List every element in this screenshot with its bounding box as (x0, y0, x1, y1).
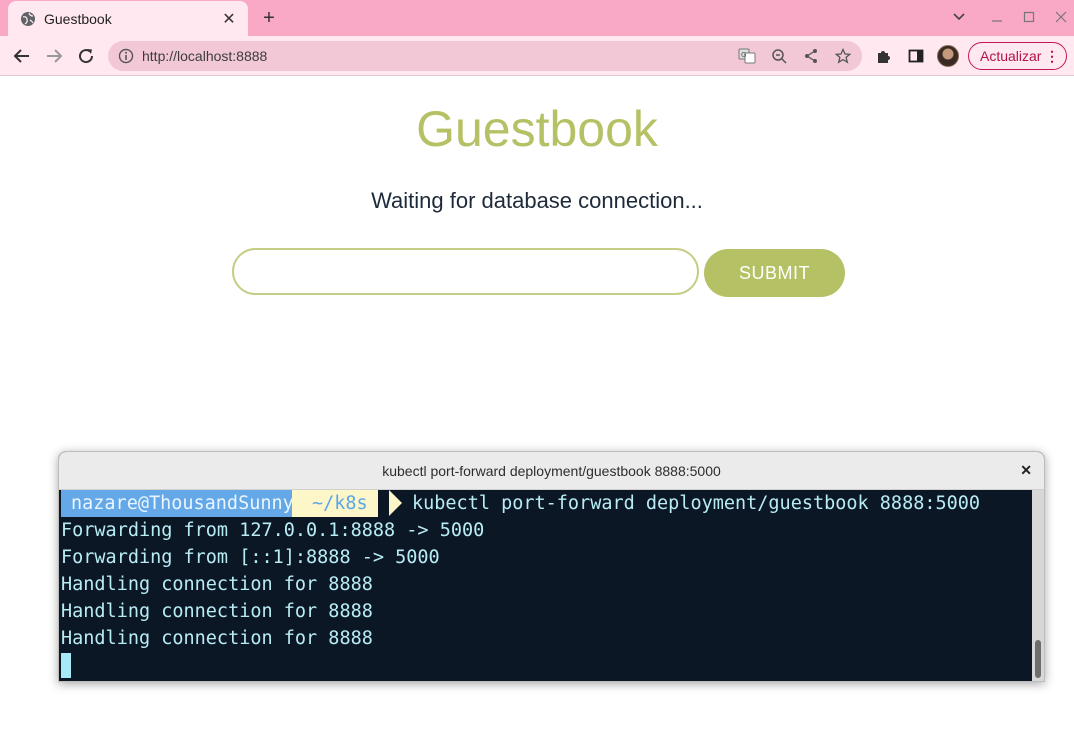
scrollbar-thumb[interactable] (1035, 640, 1041, 678)
url-text: http://localhost:8888 (142, 48, 268, 64)
output-line: Handling connection for 8888 (61, 574, 373, 595)
tab-close-icon[interactable]: ✕ (220, 10, 238, 28)
profile-avatar[interactable] (937, 45, 959, 67)
terminal-titlebar[interactable]: kubectl port-forward deployment/guestboo… (59, 452, 1044, 490)
output-line: Handling connection for 8888 (61, 601, 373, 622)
terminal-close-icon[interactable]: ✕ (1020, 462, 1032, 479)
globe-icon (20, 11, 36, 27)
browser-toolbar: http://localhost:8888 G Actualizar ⋮ (0, 36, 1074, 76)
reload-icon[interactable] (74, 44, 98, 68)
forward-icon[interactable] (42, 44, 66, 68)
terminal-output[interactable]: nazare@ThousandSunny ~/k8s kubectl port-… (59, 490, 1032, 681)
window-close-icon[interactable] (1050, 6, 1072, 28)
zoom-icon[interactable] (770, 47, 788, 65)
tab-title: Guestbook (44, 10, 112, 27)
site-info-icon[interactable] (118, 48, 134, 64)
share-icon[interactable] (802, 47, 820, 65)
menu-dots-icon[interactable]: ⋮ (1045, 48, 1059, 65)
prompt-directory: ~/k8s (292, 490, 378, 517)
guestbook-entry-input[interactable] (232, 248, 699, 295)
tab-strip: Guestbook ✕ + (0, 0, 1074, 36)
side-panel-icon[interactable] (905, 45, 927, 67)
prompt-separator (389, 490, 402, 516)
terminal-cursor (61, 653, 71, 678)
command-text: kubectl port-forward deployment/guestboo… (412, 493, 981, 514)
new-tab-icon[interactable]: + (259, 7, 279, 29)
terminal-title: kubectl port-forward deployment/guestboo… (382, 463, 721, 479)
minimize-icon[interactable] (986, 6, 1008, 28)
address-bar[interactable]: http://localhost:8888 G (108, 41, 862, 71)
page-title: Guestbook (416, 101, 658, 157)
terminal-window: kubectl port-forward deployment/guestboo… (58, 451, 1045, 682)
tab-search-icon[interactable] (948, 6, 970, 28)
extensions-icon[interactable] (873, 45, 895, 67)
output-line: Handling connection for 8888 (61, 628, 373, 649)
output-line: Forwarding from 127.0.0.1:8888 -> 5000 (61, 520, 485, 541)
maximize-icon[interactable] (1018, 6, 1040, 28)
bookmark-star-icon[interactable] (834, 47, 852, 65)
browser-tab[interactable]: Guestbook ✕ (8, 1, 248, 36)
output-line: Forwarding from [::1]:8888 -> 5000 (61, 547, 440, 568)
svg-text:G: G (741, 51, 746, 59)
update-button[interactable]: Actualizar ⋮ (968, 42, 1067, 70)
terminal-scrollbar[interactable] (1032, 490, 1044, 681)
submit-button[interactable]: SUBMIT (704, 249, 845, 297)
update-label: Actualizar (980, 48, 1042, 64)
back-icon[interactable] (10, 44, 34, 68)
prompt-user: nazare@ThousandSunny (61, 490, 304, 517)
translate-icon[interactable]: G (738, 47, 756, 65)
status-message: Waiting for database connection... (371, 188, 703, 213)
